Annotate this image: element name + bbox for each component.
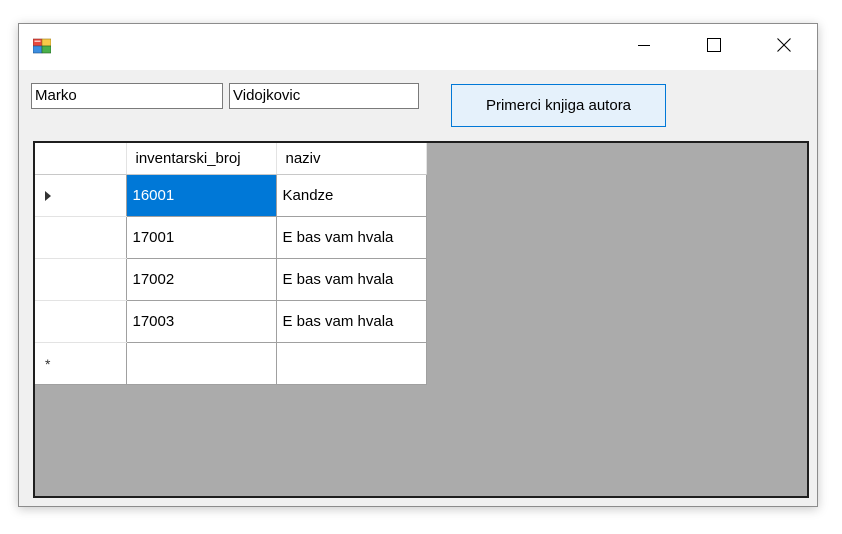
cell-naziv[interactable]: E bas vam hvala: [276, 300, 427, 343]
new-row[interactable]: *: [35, 342, 427, 385]
new-row-star-icon: *: [45, 355, 51, 372]
minimize-icon: [637, 38, 651, 57]
row-header[interactable]: [35, 258, 127, 301]
app-icon: [32, 38, 52, 54]
grid-corner-header[interactable]: [35, 143, 127, 175]
cell-inventarski-broj[interactable]: 17002: [126, 258, 277, 301]
last-name-input[interactable]: Vidojkovic: [229, 83, 419, 109]
column-header-inventarski-broj[interactable]: inventarski_broj: [126, 143, 277, 175]
grid-table: inventarski_broj naziv 16001 Kandze 1700…: [35, 143, 427, 385]
column-header-naziv[interactable]: naziv: [276, 143, 427, 175]
cell-inventarski-broj[interactable]: 16001: [126, 174, 277, 217]
table-row[interactable]: 17003 E bas vam hvala: [35, 300, 427, 343]
cell-naziv[interactable]: E bas vam hvala: [276, 258, 427, 301]
table-row[interactable]: 17001 E bas vam hvala: [35, 216, 427, 259]
app-window: Marko Vidojkovic Primerci knjiga autora …: [18, 23, 818, 507]
author-copies-button-label: Primerci knjiga autora: [485, 97, 632, 114]
cell-inventarski-broj[interactable]: 17003: [126, 300, 277, 343]
row-header-new[interactable]: *: [35, 342, 127, 385]
new-row-cell-naziv[interactable]: [276, 342, 427, 385]
row-header-current[interactable]: [35, 174, 127, 217]
current-row-arrow-icon: [45, 190, 51, 201]
row-header[interactable]: [35, 216, 127, 259]
data-grid[interactable]: inventarski_broj naziv 16001 Kandze 1700…: [33, 141, 809, 498]
close-button[interactable]: [749, 24, 819, 70]
header-row: inventarski_broj naziv: [35, 143, 427, 175]
new-row-cell-inventarski-broj[interactable]: [126, 342, 277, 385]
cell-inventarski-broj[interactable]: 17001: [126, 216, 277, 259]
cell-naziv[interactable]: E bas vam hvala: [276, 216, 427, 259]
title-bar[interactable]: [19, 24, 817, 70]
author-copies-button[interactable]: Primerci knjiga autora: [451, 84, 666, 127]
first-name-input[interactable]: Marko: [31, 83, 223, 109]
cell-naziv[interactable]: Kandze: [276, 174, 427, 217]
close-icon: [777, 37, 791, 57]
row-header[interactable]: [35, 300, 127, 343]
minimize-button[interactable]: [609, 24, 679, 70]
maximize-button[interactable]: [679, 24, 749, 70]
table-row[interactable]: 16001 Kandze: [35, 174, 427, 217]
maximize-icon: [707, 37, 721, 57]
table-row[interactable]: 17002 E bas vam hvala: [35, 258, 427, 301]
